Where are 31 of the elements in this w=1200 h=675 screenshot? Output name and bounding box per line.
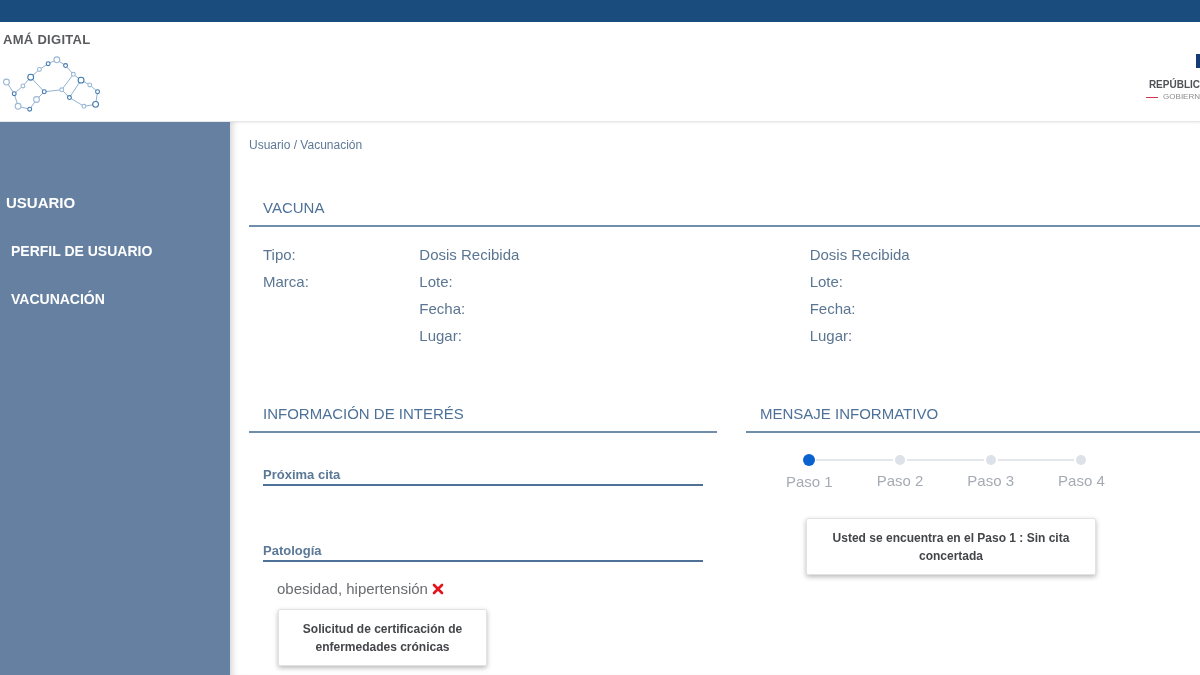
seal-subtitle: GOBIERN xyxy=(1163,92,1200,102)
field-label: Lugar: xyxy=(419,327,462,345)
sidebar-item[interactable]: VACUNACIÓN xyxy=(0,290,105,308)
logo-text: AMÁ DIGITAL xyxy=(2,32,91,47)
seal-title: REPÚBLIC xyxy=(1148,79,1200,91)
message-card: Usted se encuentra en el Paso 1 : Sin cita concertada xyxy=(806,518,1096,575)
section-title: VACUNA xyxy=(249,199,1200,227)
dose-title: Dosis Recibida xyxy=(809,246,910,264)
step-label: Paso 1 xyxy=(786,473,833,491)
field-label: Fecha: xyxy=(419,300,466,318)
field-label: Lote: xyxy=(419,273,453,291)
breadcrumb: Usuario / Vacunación xyxy=(249,138,363,152)
field-label: Tipo: xyxy=(263,246,296,264)
field-label: Lugar: xyxy=(809,327,853,345)
section-title: INFORMACIÓN DE INTERÉS xyxy=(249,405,717,433)
remove-icon[interactable] xyxy=(431,583,444,595)
step-label: Paso 4 xyxy=(1058,472,1105,490)
pathology-text: obesidad, hipertensión xyxy=(277,580,428,598)
sidebar-heading: USUARIO xyxy=(5,194,76,212)
step-label: Paso 2 xyxy=(876,472,924,490)
step-label: Paso 3 xyxy=(967,472,1015,490)
field-label: Marca: xyxy=(263,273,309,291)
sidebar-item[interactable]: PERFIL DE USUARIO xyxy=(0,242,153,260)
section-title: MENSAJE INFORMATIVO xyxy=(746,405,1200,433)
dose-title: Dosis Recibida xyxy=(419,246,520,264)
field-label: Lote: xyxy=(809,273,844,291)
field-label: Fecha: xyxy=(809,300,856,318)
subsection-title: Próxima cita xyxy=(263,467,703,486)
subsection-title: Patología xyxy=(263,543,703,562)
flag-icon xyxy=(1196,54,1200,68)
certification-request-button[interactable]: Solicitud de certificación de enfermedades crónicas xyxy=(278,609,487,666)
